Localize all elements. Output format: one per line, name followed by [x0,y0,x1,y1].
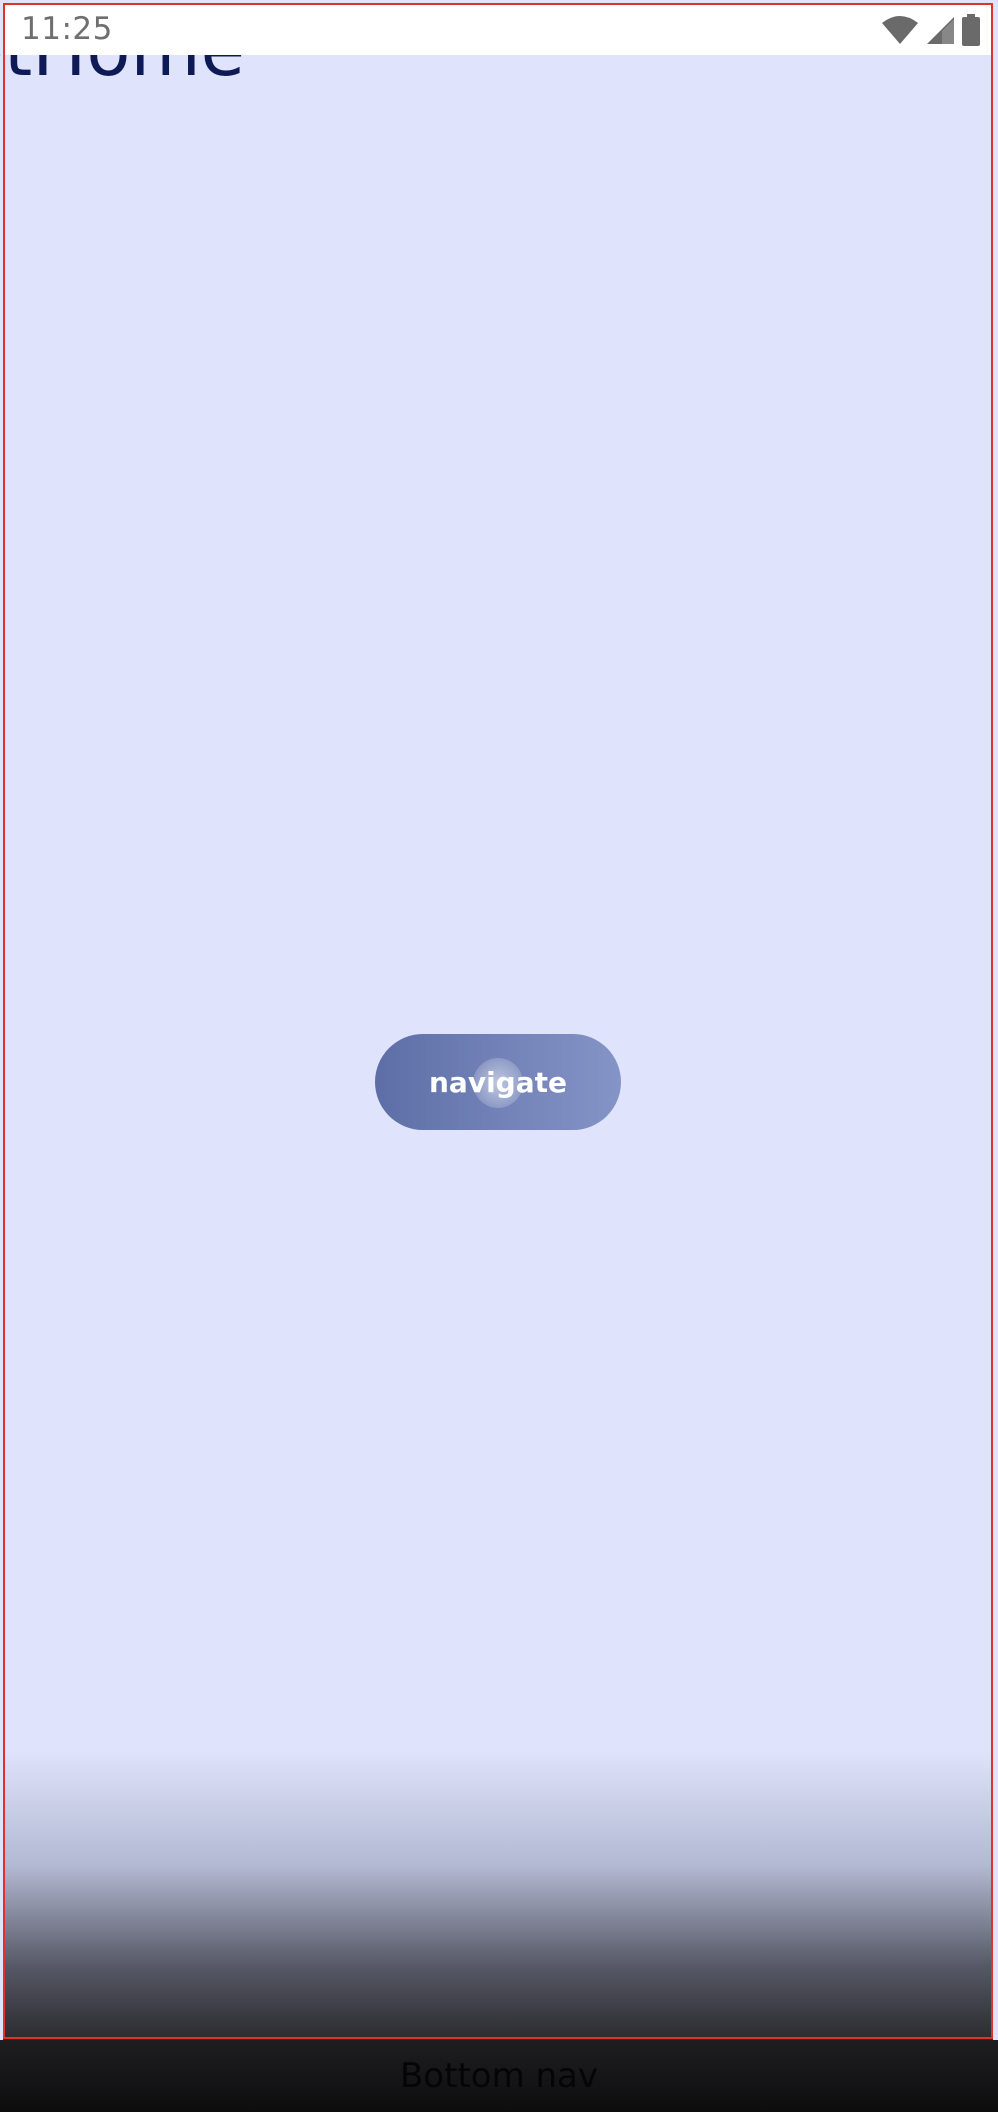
navigate-button[interactable]: navigate [375,1034,621,1130]
status-time: 11:25 [21,11,113,47]
navigate-button-label: navigate [429,1065,567,1099]
battery-icon [961,14,981,46]
status-icons [881,13,981,47]
cellular-signal-icon [925,15,955,45]
bottom-nav-label: Bottom nav [399,2056,599,2096]
wifi-icon [881,15,919,45]
bottom-nav[interactable]: Bottom nav [0,2040,998,2112]
bottom-fade [3,1750,993,2040]
app-screen: 11:25 otHome navigat [0,0,998,2112]
status-bar: 11:25 [3,3,993,55]
